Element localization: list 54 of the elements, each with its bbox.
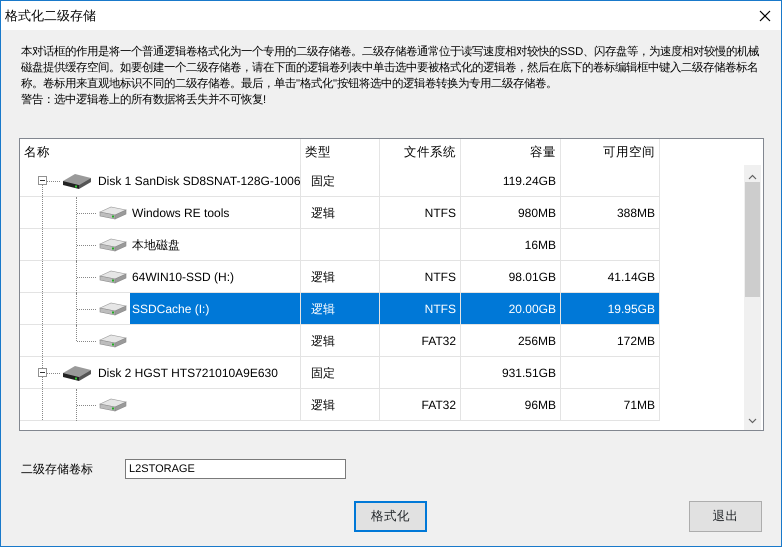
drive-icon [98, 333, 128, 349]
column-header[interactable]: 文件系统 [400, 142, 460, 162]
dialog-button[interactable]: 退出 [689, 501, 762, 532]
table-cell: NTFS [380, 293, 461, 325]
volume-label-label: 二级存储卷标 [21, 461, 93, 478]
table-cell: 388MB [561, 197, 660, 229]
window-title: 格式化二级存储 [5, 6, 96, 25]
tree-item[interactable]: Disk 1 SanDisk SD8SNAT-128G-1006 [96, 165, 300, 196]
table-cell: 980MB [461, 197, 561, 229]
warning-text: 警告：选中逻辑卷上的所有数据将丢失并不可恢复! [21, 92, 268, 108]
column-header[interactable]: 容量 [526, 142, 560, 162]
table-cell: 256MB [461, 325, 561, 357]
tree-item[interactable]: SSDCache (I:) [130, 293, 300, 324]
table-cell: 逻辑 [301, 197, 380, 229]
drive-icon [98, 301, 128, 317]
scroll-thumb[interactable] [745, 182, 760, 297]
tree-item[interactable]: Windows RE tools [130, 197, 300, 228]
table-cell: 逻辑 [301, 293, 380, 325]
volume-label-field[interactable]: L2STORAGE [125, 459, 346, 479]
drive-icon [98, 237, 128, 253]
drive-icon [98, 397, 128, 413]
scrollbar[interactable] [744, 165, 761, 430]
table-cell: 119.24GB [461, 165, 561, 197]
table-cell: 16MB [461, 229, 561, 261]
table-cell: 71MB [561, 389, 660, 421]
table-cell: 20.00GB [461, 293, 561, 325]
column-header[interactable]: 名称 [20, 142, 54, 162]
table-cell: 931.51GB [461, 357, 561, 389]
table-cell: 96MB [461, 389, 561, 421]
collapse-icon[interactable] [38, 368, 47, 377]
dialog-button[interactable]: 格式化 [354, 501, 427, 532]
table-cell: 172MB [561, 325, 660, 357]
table-cell: 逻辑 [301, 389, 380, 421]
drive-icon [98, 269, 128, 285]
tree-item[interactable]: Disk 2 HGST HTS721010A9E630 [96, 357, 300, 388]
drive-icon [61, 364, 93, 382]
close-icon[interactable] [759, 10, 771, 22]
table-cell: 固定 [301, 165, 380, 197]
column-header[interactable]: 可用空间 [599, 142, 659, 162]
table-cell: 固定 [301, 357, 380, 389]
table-cell: 19.95GB [561, 293, 660, 325]
table-cell: FAT32 [380, 325, 461, 357]
table-cell: NTFS [380, 197, 461, 229]
collapse-icon[interactable] [38, 176, 47, 185]
tree-item[interactable]: 64WIN10-SSD (H:) [130, 261, 300, 292]
tree-item[interactable]: 本地磁盘 [130, 229, 300, 260]
scroll-down-icon[interactable] [748, 418, 757, 424]
drive-icon [98, 205, 128, 221]
description-text: 本对话框的作用是将一个普通逻辑卷格式化为一个专用的二级存储卷。二级存储卷通常位于读写速度相对较快的SSD、闪存盘等，为速度相对较慢的机械磁盘提供缓存空间。如要创建一个二级存储卷，请在下面的逻辑卷列表中单击选中要被格式化的逻辑卷，然后在底下的卷标编辑框中键入二级存储卷标名称。卷标用来直观地标识不同的二级存储卷。最后，单击"格式化"按钮将选中的逻辑卷转换为专用二级存储卷。 [21, 44, 760, 92]
table-cell: 逻辑 [301, 325, 380, 357]
column-header[interactable]: 类型 [301, 142, 335, 162]
drive-icon [61, 172, 93, 190]
table-cell: FAT32 [380, 389, 461, 421]
scroll-up-icon[interactable] [748, 174, 757, 180]
